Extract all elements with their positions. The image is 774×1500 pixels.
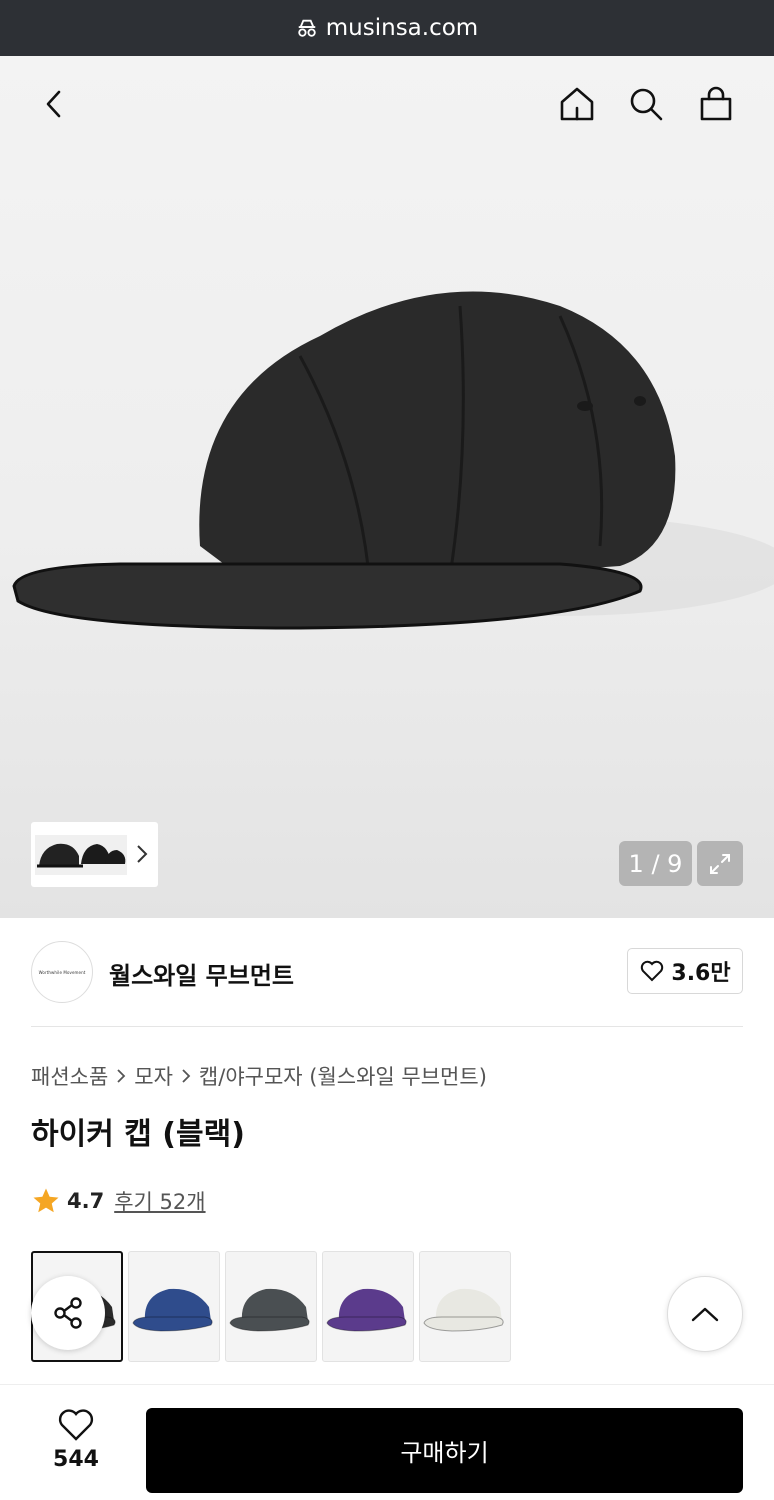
share-button[interactable] — [31, 1276, 105, 1350]
cart-button[interactable] — [694, 82, 738, 126]
product-title: 하이커 캡 (블랙) — [31, 1117, 245, 1152]
wishlist-count: 544 — [53, 1447, 99, 1472]
search-icon — [630, 88, 663, 121]
color-swatch[interactable] — [128, 1251, 220, 1362]
wishlist-button[interactable]: 544 — [31, 1407, 121, 1485]
breadcrumb: 패션소품 모자 캡/야구모자 (월스와일 무브먼트) — [31, 1061, 487, 1091]
browser-url-bar[interactable]: musinsa.com — [0, 0, 774, 56]
chevron-right-icon — [182, 1069, 191, 1083]
home-button[interactable] — [555, 82, 599, 126]
thumbnail-caps-image — [35, 834, 127, 875]
brand-logo-text: Worthwhile Movement — [38, 969, 86, 975]
divider — [31, 1026, 743, 1027]
swatch-cap-image — [423, 1288, 504, 1332]
home-icon — [560, 87, 594, 121]
star-icon — [33, 1188, 59, 1213]
brand-like-button[interactable]: 3.6만 — [627, 948, 743, 994]
bottom-action-bar: 544 구매하기 — [0, 1384, 774, 1500]
site-identity-icon — [298, 19, 316, 37]
expand-icon — [710, 853, 730, 874]
breadcrumb-item[interactable]: 모자 — [134, 1061, 173, 1091]
share-icon — [54, 1297, 82, 1329]
search-button[interactable] — [624, 82, 668, 126]
product-rating: 4.7 후기 52개 — [31, 1186, 206, 1216]
chevron-right-icon — [137, 845, 148, 863]
color-swatch[interactable] — [419, 1251, 511, 1362]
product-image-gallery[interactable]: 1 / 9 — [0, 56, 774, 918]
gallery-thumbnail-strip[interactable] — [31, 822, 158, 887]
brand-row: Worthwhile Movement 월스와일 무브먼트 3.6만 — [31, 940, 743, 1004]
breadcrumb-item[interactable]: 캡/야구모자 (월스와일 무브먼트) — [199, 1061, 487, 1091]
brand-like-count: 3.6만 — [671, 961, 731, 986]
product-main-image — [12, 291, 774, 630]
url-text: musinsa.com — [325, 15, 479, 41]
review-count-link[interactable]: 후기 52개 — [114, 1186, 205, 1216]
swatch-cap-image — [229, 1288, 310, 1332]
color-swatch[interactable] — [322, 1251, 414, 1362]
chevron-up-icon — [691, 1307, 719, 1322]
image-counter: 1 / 9 — [619, 841, 692, 886]
top-navigation — [0, 56, 774, 156]
heart-icon — [58, 1409, 94, 1441]
brand-name[interactable]: 월스와일 무브먼트 — [109, 956, 294, 991]
fullscreen-button[interactable] — [697, 841, 743, 886]
back-button[interactable] — [32, 82, 76, 126]
breadcrumb-item[interactable]: 패션소품 — [31, 1061, 108, 1091]
scroll-to-top-button[interactable] — [667, 1276, 743, 1352]
back-arrow-icon — [46, 90, 61, 118]
brand-logo[interactable]: Worthwhile Movement — [31, 941, 93, 1003]
color-swatch[interactable] — [225, 1251, 317, 1362]
buy-button[interactable]: 구매하기 — [146, 1408, 743, 1493]
chevron-right-icon — [117, 1069, 126, 1083]
swatch-cap-image — [132, 1288, 213, 1332]
rating-score: 4.7 — [67, 1189, 105, 1213]
heart-icon — [641, 960, 664, 982]
shopping-bag-icon — [700, 86, 732, 121]
swatch-cap-image — [326, 1288, 407, 1332]
